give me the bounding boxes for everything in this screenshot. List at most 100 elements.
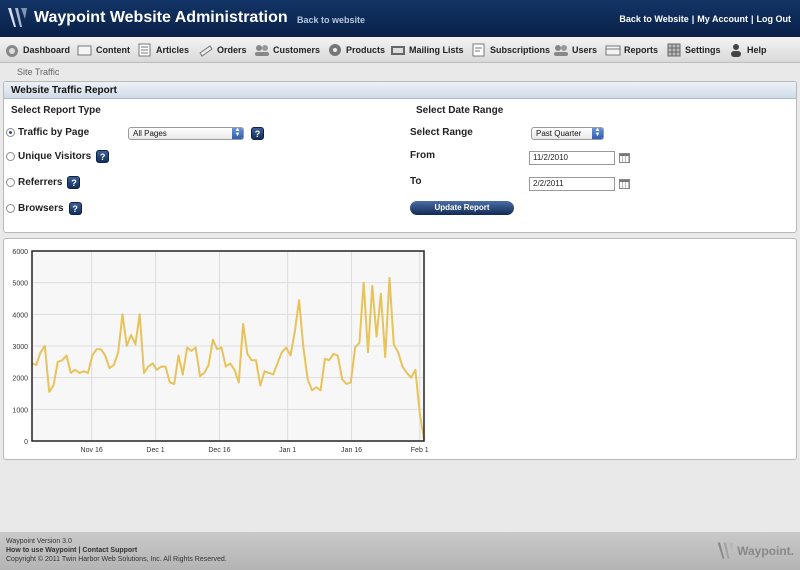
nav-label: Dashboard xyxy=(23,45,71,55)
nav-label: Customers xyxy=(273,45,321,55)
unique-visitors-label: Unique Visitors xyxy=(18,151,92,162)
nav-reports[interactable]: Reports xyxy=(605,41,658,59)
from-date-input[interactable]: 11/2/2010 xyxy=(529,151,615,165)
y-tick-label: 1000 xyxy=(12,407,28,414)
orders-icon xyxy=(199,45,213,57)
nav-label: Users xyxy=(572,45,598,55)
to-calendar-icon[interactable] xyxy=(619,179,630,189)
content-icon xyxy=(77,45,92,56)
nav-label: Settings xyxy=(685,45,721,55)
y-tick-label: 3000 xyxy=(12,344,28,351)
unique-visitors-help-button[interactable]: ? xyxy=(96,150,110,163)
nav-settings[interactable]: Settings xyxy=(666,41,721,59)
nav-label: Articles xyxy=(156,45,190,55)
select-arrows-icon: ▲ ▼ xyxy=(232,127,243,139)
reports-icon xyxy=(605,45,621,56)
top-header: Waypoint Website Administration Back to … xyxy=(0,0,800,37)
y-tick-label: 2000 xyxy=(12,376,28,383)
to-date-input[interactable]: 2/2/2011 xyxy=(529,177,615,191)
log-out-link[interactable]: Log Out xyxy=(757,14,792,24)
subscriptions-icon xyxy=(472,43,485,57)
page-select[interactable]: All Pages ▲ ▼ xyxy=(128,127,244,140)
x-tick-label: Feb 1 xyxy=(411,447,429,454)
y-tick-label: 4000 xyxy=(12,312,28,319)
browsers-radio[interactable] xyxy=(6,204,15,213)
nav-label: Help xyxy=(747,45,767,55)
x-tick-label: Dec 1 xyxy=(146,447,164,454)
range-select[interactable]: Past Quarter ▲ ▼ xyxy=(531,127,604,140)
back-to-website-top-link[interactable]: Back to Website xyxy=(619,14,688,24)
select-range-label: Select Range xyxy=(410,127,473,138)
update-report-button[interactable]: Update Report xyxy=(410,201,514,215)
nav-help[interactable]: Help xyxy=(728,41,767,59)
back-to-website-link[interactable]: Back to website xyxy=(297,15,365,25)
from-label: From xyxy=(410,150,435,161)
footer: Waypoint Version 3.0 How to use Waypoint… xyxy=(0,532,800,570)
from-calendar-icon[interactable] xyxy=(619,153,630,163)
help-icon xyxy=(731,44,741,57)
nav-products[interactable]: Products xyxy=(327,41,385,59)
dashboard-icon xyxy=(6,45,18,57)
nav-label: Subscriptions xyxy=(490,45,551,55)
referrers-radio[interactable] xyxy=(6,178,15,187)
x-tick-label: Jan 16 xyxy=(341,447,362,454)
nav-dashboard[interactable]: Dashboard xyxy=(4,41,70,59)
nav-orders[interactable]: Orders xyxy=(198,41,247,59)
nav-content[interactable]: Content xyxy=(77,41,130,59)
range-select-value: Past Quarter xyxy=(536,129,582,138)
help-links: How to use Waypoint | Contact Support xyxy=(6,547,138,554)
y-tick-label: 6000 xyxy=(12,249,28,256)
settings-icon xyxy=(667,43,681,57)
footer-brand: Waypoint. xyxy=(715,540,794,562)
traffic-by-page-radio[interactable] xyxy=(6,128,15,137)
report-type-heading: Select Report Type xyxy=(11,105,101,116)
page-help-button[interactable]: ? xyxy=(251,127,264,140)
waypoint-logo-icon xyxy=(8,8,27,27)
report-type-referrers[interactable]: Referrers ? xyxy=(6,176,81,189)
referrers-help-button[interactable]: ? xyxy=(67,176,81,189)
contact-support-link[interactable]: Contact Support xyxy=(82,547,137,554)
account-links: Back to Website | My Account | Log Out xyxy=(619,14,791,24)
nav-label: Products xyxy=(346,45,386,55)
nav-articles[interactable]: Articles xyxy=(137,41,189,59)
users-icon xyxy=(554,45,568,56)
panel-title: Website Traffic Report xyxy=(4,82,796,99)
x-tick-label: Jan 1 xyxy=(279,447,296,454)
version-text: Waypoint Version 3.0 xyxy=(6,538,72,545)
nav-subscriptions[interactable]: Subscriptions xyxy=(471,41,550,59)
to-label: To xyxy=(410,176,422,187)
nav-label: Orders xyxy=(217,45,247,55)
referrers-label: Referrers xyxy=(18,177,63,188)
x-tick-label: Nov 16 xyxy=(81,447,103,454)
nav-customers[interactable]: Customers xyxy=(254,41,320,59)
nav-label: Reports xyxy=(624,45,659,55)
main-nav: Dashboard Content Articles Orders Custom… xyxy=(0,37,800,63)
nav-mailing-lists[interactable]: Mailing Lists xyxy=(390,41,464,59)
traffic-chart: 0 1000 2000 3000 4000 5000 6000 Nov 16 Dec 1 Dec… xyxy=(12,249,429,454)
unique-visitors-radio[interactable] xyxy=(6,152,15,161)
report-type-browsers[interactable]: Browsers ? xyxy=(6,202,82,215)
nav-users[interactable]: Users xyxy=(553,41,597,59)
products-icon xyxy=(329,44,341,56)
date-range-heading: Select Date Range xyxy=(416,105,504,116)
browsers-help-button[interactable]: ? xyxy=(68,202,82,215)
articles-icon xyxy=(138,43,151,57)
how-to-use-link[interactable]: How to use Waypoint xyxy=(6,547,77,554)
report-type-unique-visitors[interactable]: Unique Visitors ? xyxy=(6,150,110,163)
my-account-link[interactable]: My Account xyxy=(697,14,748,24)
browsers-label: Browsers xyxy=(18,203,64,214)
report-panel: Website Traffic Report Select Report Typ… xyxy=(3,81,797,233)
y-tick-label: 0 xyxy=(24,439,28,446)
page-select-value: All Pages xyxy=(133,129,167,138)
app-title: Waypoint Website Administration xyxy=(34,9,288,26)
nav-label: Mailing Lists xyxy=(409,45,464,55)
report-type-traffic-by-page[interactable]: Traffic by Page xyxy=(6,127,89,138)
customers-icon xyxy=(255,45,269,56)
traffic-by-page-label: Traffic by Page xyxy=(18,127,90,138)
mailing-lists-icon xyxy=(391,46,405,55)
traffic-chart-panel: 0 1000 2000 3000 4000 5000 6000 Nov 16 Dec 1 Dec… xyxy=(3,238,797,460)
waypoint-footer-logo-icon xyxy=(717,542,734,559)
copyright-text: Copyright © 2011 Twin Harbor Web Solutio… xyxy=(6,556,227,563)
select-arrows-icon: ▲ ▼ xyxy=(592,127,603,139)
footer-brand-name: Waypoint. xyxy=(737,544,794,558)
